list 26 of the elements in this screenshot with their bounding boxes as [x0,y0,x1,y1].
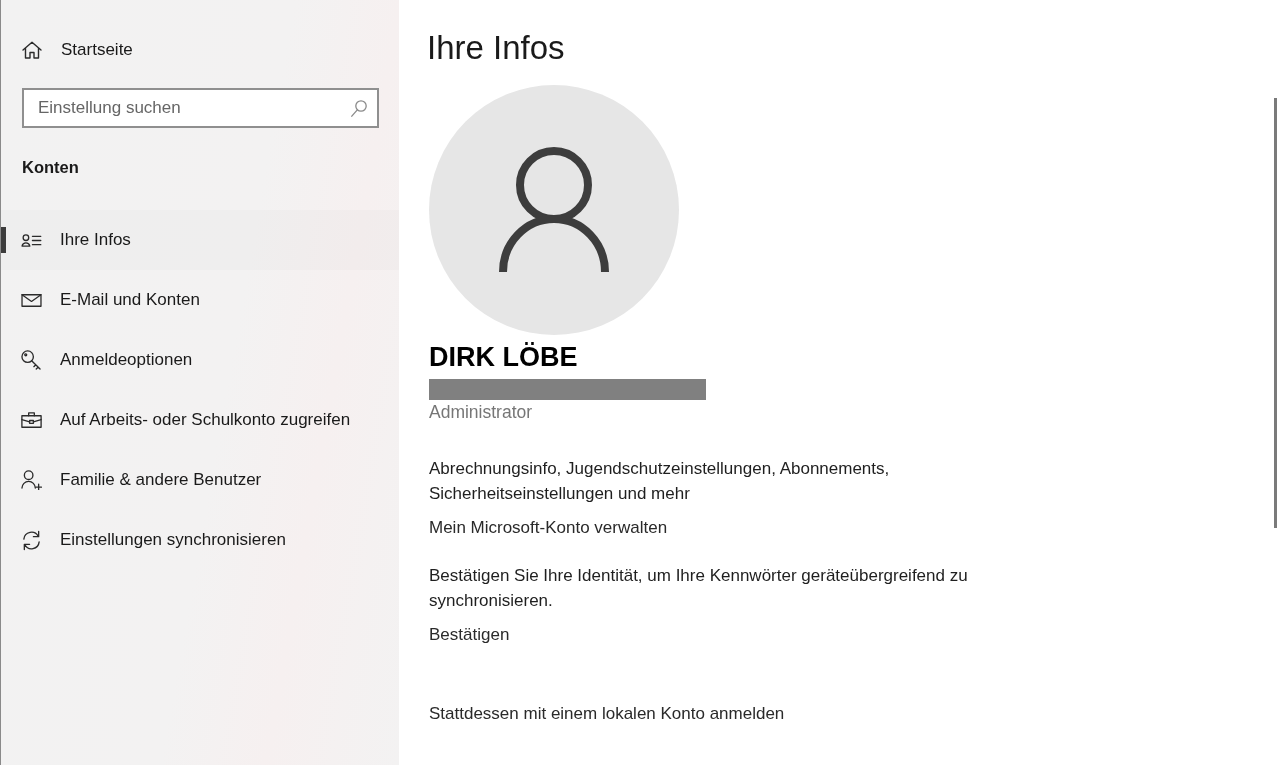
user-role: Administrator [429,401,533,423]
verify-link[interactable]: Bestätigen [429,624,510,646]
home-link[interactable]: Startseite [1,30,133,70]
scrollbar-thumb[interactable] [1274,98,1277,528]
local-account-link[interactable]: Stattdessen mit einem lokalen Konto anmelden [429,703,785,725]
page-title: Ihre Infos [427,28,565,68]
circular-arrows-icon [20,529,42,551]
nav-item[interactable]: Einstellungen synchronisieren [1,510,399,570]
user-name: DIRK LÖBE [429,342,578,372]
nav-item[interactable]: Anmeldeoptionen [1,330,399,390]
section-title: Konten [22,157,79,178]
nav-item[interactable]: Auf Arbeits- oder Schulkonto zugreifen [1,390,399,450]
nav-item[interactable]: Ihre Infos [1,210,399,270]
search-icon [351,100,367,117]
home-icon [22,41,42,59]
info-text: Abrechnungsinfo, Jugendschutzeinstellungen, Abonnements, Sicherheitseinstellungen und mehr [429,458,891,505]
nav-item[interactable]: E-Mail und Konten [1,270,399,330]
key-icon [21,350,41,370]
envelope-icon [20,293,42,307]
search-field[interactable]: Einstellung suchen [22,88,379,128]
person-add-icon [20,470,42,490]
briefcase-icon [20,412,42,428]
person-list-icon [20,233,42,247]
info-text: Bestätigen Sie Ihre Identität, um Ihre Kennwörter geräteübergreifend zu synchronisieren. [429,565,969,612]
nav-item[interactable]: Familie & andere Benutzer [1,450,399,510]
account-link[interactable]: Mein Microsoft-Konto verwalten [429,517,668,539]
